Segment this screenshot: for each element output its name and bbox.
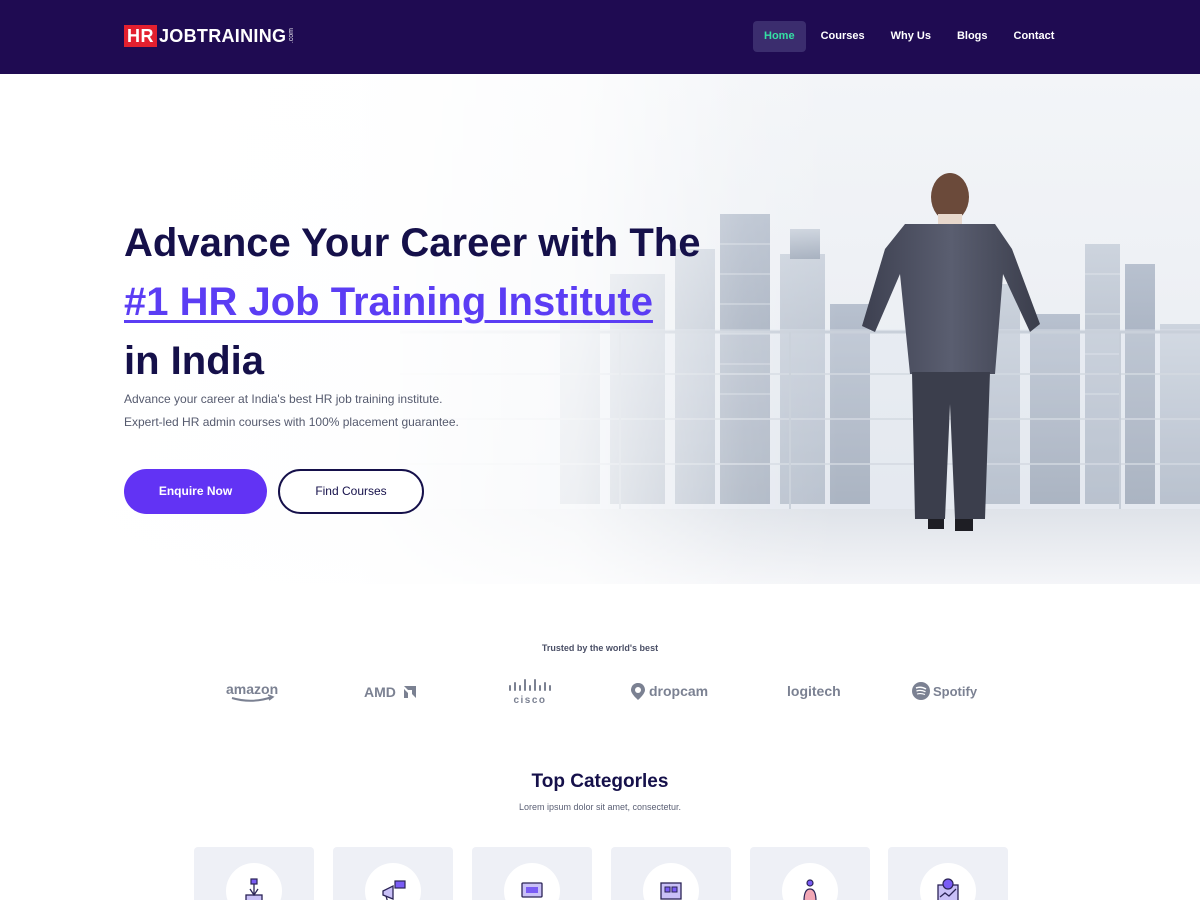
hero-title-line-3: in India: [124, 339, 264, 383]
logo-domain: .com: [288, 28, 296, 44]
brand-logo-row: amazon AMD cisco dropcam logitech Spotif…: [0, 676, 1200, 706]
trusted-by-label: Trusted by the world's best: [541, 643, 659, 653]
amd-logo: AMD: [352, 676, 432, 706]
nav-item-why-us[interactable]: Why Us: [880, 21, 942, 52]
hero-subtitle-line-1: Advance your career at India's best HR j…: [124, 392, 443, 406]
cisco-logo-text: cisco: [513, 695, 546, 706]
finance-icon: [937, 878, 959, 900]
category-card-marketing[interactable]: [333, 847, 453, 900]
blueprint-icon: [660, 882, 682, 900]
category-card-blueprint[interactable]: [611, 847, 731, 900]
hero-subtitle: Advance your career at India's best HR j…: [124, 388, 544, 434]
spotify-logo: Spotify: [906, 676, 986, 706]
hero-section: Advance Your Career with The #1 HR Job T…: [0, 74, 1200, 584]
category-icon-circle: [226, 863, 282, 900]
logo-hr-mark: HR: [124, 25, 157, 47]
category-icon-circle: [643, 863, 699, 900]
category-icon-circle: [782, 863, 838, 900]
hero-title-line-1: Advance Your Career with The: [124, 221, 701, 265]
logo-wordmark: JOBTRAINING: [159, 26, 287, 46]
amd-logo-text: AMD: [364, 684, 396, 700]
categories-subtitle: Lorem ipsum dolor sit amet, consectetur.: [518, 802, 682, 812]
hero-subtitle-line-2: Expert-led HR admin courses with 100% pl…: [124, 415, 459, 429]
category-card-finance[interactable]: [888, 847, 1008, 900]
amazon-logo: amazon: [214, 676, 294, 706]
category-card-person[interactable]: [750, 847, 870, 900]
dropcam-logo-text: dropcam: [649, 683, 708, 699]
find-courses-button[interactable]: Find Courses: [278, 469, 424, 514]
category-icon-circle: [504, 863, 560, 900]
logitech-logo-text: logitech: [787, 683, 841, 699]
category-card-design[interactable]: [194, 847, 314, 900]
category-icon-circle: [920, 863, 976, 900]
category-icon-circle: [365, 863, 421, 900]
cisco-logo: cisco: [490, 676, 570, 706]
nav-item-courses[interactable]: Courses: [810, 21, 876, 52]
nav-item-contact[interactable]: Contact: [1003, 21, 1066, 52]
marketing-icon: [382, 880, 406, 900]
nav-item-home[interactable]: Home: [753, 21, 806, 52]
amazon-logo-text: amazon: [226, 681, 278, 697]
person-icon: [803, 879, 817, 900]
main-nav: Home Courses Why Us Blogs Contact: [753, 21, 1069, 52]
nav-item-blogs[interactable]: Blogs: [946, 21, 999, 52]
logitech-logo: logitech: [768, 676, 848, 706]
computer-icon: [521, 882, 543, 898]
hero-title-highlight[interactable]: #1 HR Job Training Institute: [124, 273, 764, 332]
dropcam-logo: dropcam: [626, 676, 716, 706]
categories-title: Top Categorles: [531, 771, 669, 792]
hero-title: Advance Your Career with The #1 HR Job T…: [124, 214, 764, 391]
category-cards: [194, 847, 1008, 900]
enquire-now-button[interactable]: Enquire Now: [124, 469, 267, 514]
site-logo[interactable]: HR JOBTRAINING .com: [124, 25, 296, 47]
design-icon: [245, 878, 263, 900]
site-header: HR JOBTRAINING .com Home Courses Why Us …: [0, 0, 1200, 74]
category-card-computer[interactable]: [472, 847, 592, 900]
spotify-logo-text: Spotify: [933, 684, 978, 699]
